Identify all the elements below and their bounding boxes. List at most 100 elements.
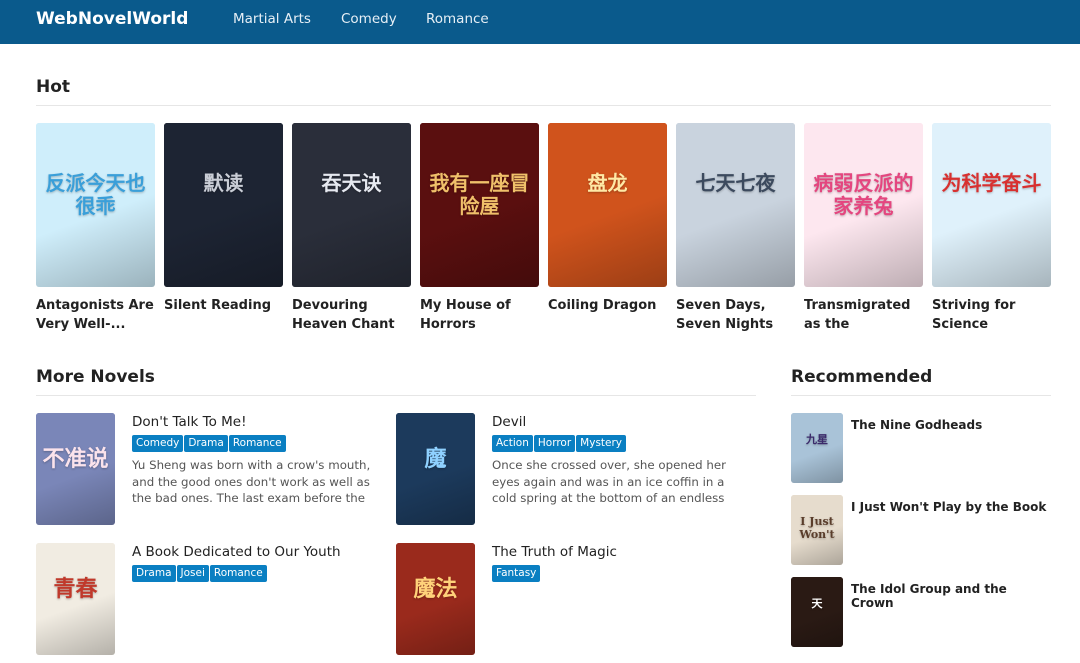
more-novel-title-link[interactable]: The Truth of Magic xyxy=(492,543,742,561)
genre-tag[interactable]: Drama xyxy=(132,565,176,582)
hot-novel-cover: 我有一座冒险屋 xyxy=(420,123,539,287)
hot-novel-card: 盘龙 Coiling Dragon xyxy=(548,123,667,334)
recommended-cover: I Just Won't xyxy=(791,495,843,565)
genre-tag[interactable]: Horror xyxy=(533,435,576,452)
hot-novel-cover: 病弱反派的家养兔 xyxy=(804,123,923,287)
hot-novel-title-link[interactable]: Antagonists Are Very Well-... xyxy=(36,296,155,334)
hot-novel-cover-image[interactable]: 盘龙 xyxy=(548,123,667,287)
hot-divider xyxy=(36,105,1051,106)
hot-novel-cover: 吞天诀 xyxy=(292,123,411,287)
nav-link-martial-arts[interactable]: Martial Arts xyxy=(233,11,311,27)
recommended-item: 九星 The Nine Godheads xyxy=(791,413,1053,483)
hot-novel-title-link[interactable]: Silent Reading xyxy=(164,296,283,334)
hot-novel-cover-art-text: 盘龙 xyxy=(587,171,628,196)
genre-tag[interactable]: Romance xyxy=(209,565,267,582)
more-novel-item: 不准说 Don't Talk To Me! Comedy Drama Romance Yu… xyxy=(36,413,386,533)
recommended-cover: 天 xyxy=(791,577,843,647)
more-novel-cover-art-text: 不准说 xyxy=(42,445,109,472)
hot-novel-cover-art-text: 反派今天也很乖 xyxy=(45,171,146,219)
hot-novel-cover-image[interactable]: 七天七夜 xyxy=(676,123,795,287)
recommended-title-link[interactable]: The Nine Godheads xyxy=(851,418,982,432)
hot-novel-cover-image[interactable]: 默读 xyxy=(164,123,283,287)
more-novel-item: 青春 A Book Dedicated to Our Youth Drama Jose… xyxy=(36,543,386,663)
hot-novel-card: 默读 Silent Reading xyxy=(164,123,283,334)
hot-novel-cover-art-text: 吞天诀 xyxy=(321,171,382,196)
more-novel-body: Devil Action Horror Mystery Once she crossed… xyxy=(492,413,742,508)
top-navbar: WebNovelWorld Martial Arts Comedy Romanc… xyxy=(0,0,1080,44)
more-novel-item: 魔法 The Truth of Magic Fantasy xyxy=(396,543,746,663)
more-novel-cover-art-text: 魔 xyxy=(424,445,447,472)
genre-tag[interactable]: Drama xyxy=(184,435,228,452)
site-brand-link[interactable]: WebNovelWorld xyxy=(36,9,188,29)
hot-novel-card: 反派今天也很乖 Antagonists Are Very Well-... xyxy=(36,123,155,334)
more-novel-item: 魔 Devil Action Horror Mystery Once she crosse… xyxy=(396,413,746,533)
recommended-cover-art-text: I Just Won't xyxy=(799,515,835,541)
more-novel-cover-image[interactable]: 不准说 xyxy=(36,413,115,525)
hot-novel-title-link[interactable]: Seven Days, Seven Nights xyxy=(676,296,795,334)
hot-novel-cover-art-text: 七天七夜 xyxy=(695,171,776,196)
hot-novel-title-link[interactable]: My House of Horrors xyxy=(420,296,539,334)
hot-novel-cover-art-text: 默读 xyxy=(203,171,244,196)
more-novels-section-title: More Novels xyxy=(36,367,155,387)
genre-tag[interactable]: Romance xyxy=(228,435,286,452)
hot-novel-cover-image[interactable]: 反派今天也很乖 xyxy=(36,123,155,287)
more-novel-body: Don't Talk To Me! Comedy Drama Romance Yu Sh… xyxy=(132,413,382,508)
hot-novel-title-link[interactable]: Striving for Science xyxy=(932,296,1051,334)
hot-novel-card: 七天七夜 Seven Days, Seven Nights xyxy=(676,123,795,334)
genre-tag[interactable]: Josei xyxy=(176,565,209,582)
genre-tag[interactable]: Mystery xyxy=(576,435,627,452)
hot-novel-cover: 七天七夜 xyxy=(676,123,795,287)
more-novel-cover: 魔 xyxy=(396,413,475,525)
hot-novel-cover-image[interactable]: 为科学奋斗 xyxy=(932,123,1051,287)
hot-novel-cover-image[interactable]: 我有一座冒险屋 xyxy=(420,123,539,287)
hot-novel-cover-art-text: 病弱反派的家养兔 xyxy=(813,171,914,219)
recommended-cover: 九星 xyxy=(791,413,843,483)
more-novels-divider xyxy=(36,395,756,396)
more-novel-cover-image[interactable]: 青春 xyxy=(36,543,115,655)
recommended-cover-image[interactable]: 天 xyxy=(791,577,843,647)
more-novel-description: Yu Sheng was born with a crow's mouth, a… xyxy=(132,458,371,506)
hot-novel-cover-art-text: 我有一座冒险屋 xyxy=(429,171,530,219)
hot-novel-cover-image[interactable]: 病弱反派的家养兔 xyxy=(804,123,923,287)
hot-novel-cover-art-text: 为科学奋斗 xyxy=(941,171,1042,196)
recommended-cover-image[interactable]: I Just Won't xyxy=(791,495,843,565)
more-novel-cover-art-text: 魔法 xyxy=(413,575,458,602)
hot-novel-title-link[interactable]: Devouring Heaven Chant xyxy=(292,296,411,334)
more-novel-title-link[interactable]: Don't Talk To Me! xyxy=(132,413,382,431)
hot-novel-cover: 盘龙 xyxy=(548,123,667,287)
more-novel-cover: 不准说 xyxy=(36,413,115,525)
nav-link-comedy[interactable]: Comedy xyxy=(341,11,397,27)
recommended-cover-art-text: 天 xyxy=(811,597,823,610)
hot-novel-title-link[interactable]: Coiling Dragon xyxy=(548,296,667,334)
hot-section-title: Hot xyxy=(36,77,71,97)
more-novel-cover: 魔法 xyxy=(396,543,475,655)
nav-link-romance[interactable]: Romance xyxy=(426,11,489,27)
hot-novel-cover-image[interactable]: 吞天诀 xyxy=(292,123,411,287)
more-novel-body: The Truth of Magic Fantasy xyxy=(492,543,742,582)
hot-novel-cover: 默读 xyxy=(164,123,283,287)
hot-novel-card: 吞天诀 Devouring Heaven Chant xyxy=(292,123,411,334)
recommended-cover-image[interactable]: 九星 xyxy=(791,413,843,483)
more-novel-cover-image[interactable]: 魔法 xyxy=(396,543,475,655)
genre-tag[interactable]: Fantasy xyxy=(492,565,541,582)
hot-novel-card: 我有一座冒险屋 My House of Horrors xyxy=(420,123,539,334)
recommended-cover-art-text: 九星 xyxy=(806,433,828,446)
recommended-section-title: Recommended xyxy=(791,367,933,387)
genre-tag[interactable]: Comedy xyxy=(132,435,184,452)
genre-tag-list: Action Horror Mystery xyxy=(492,435,742,452)
recommended-title-link[interactable]: The Idol Group and the Crown xyxy=(851,582,1053,610)
hot-novel-card: 病弱反派的家养兔 Transmigrated as the Domesticate… xyxy=(804,123,923,334)
more-novel-cover-image[interactable]: 魔 xyxy=(396,413,475,525)
more-novel-title-link[interactable]: A Book Dedicated to Our Youth xyxy=(132,543,382,561)
hot-novel-title-link[interactable]: Transmigrated as the Domesticate... xyxy=(804,296,923,334)
recommended-divider xyxy=(791,395,1051,396)
genre-tag[interactable]: Action xyxy=(492,435,533,452)
recommended-item: 天 The Idol Group and the Crown xyxy=(791,577,1053,647)
recommended-title-link[interactable]: I Just Won't Play by the Book xyxy=(851,500,1046,514)
more-novel-cover-art-text: 青春 xyxy=(53,575,98,602)
genre-tag-list: Fantasy xyxy=(492,565,742,582)
genre-tag-list: Comedy Drama Romance xyxy=(132,435,382,452)
more-novel-body: A Book Dedicated to Our Youth Drama Josei R… xyxy=(132,543,382,582)
more-novel-title-link[interactable]: Devil xyxy=(492,413,742,431)
hot-novel-card: 为科学奋斗 Striving for Science xyxy=(932,123,1051,334)
